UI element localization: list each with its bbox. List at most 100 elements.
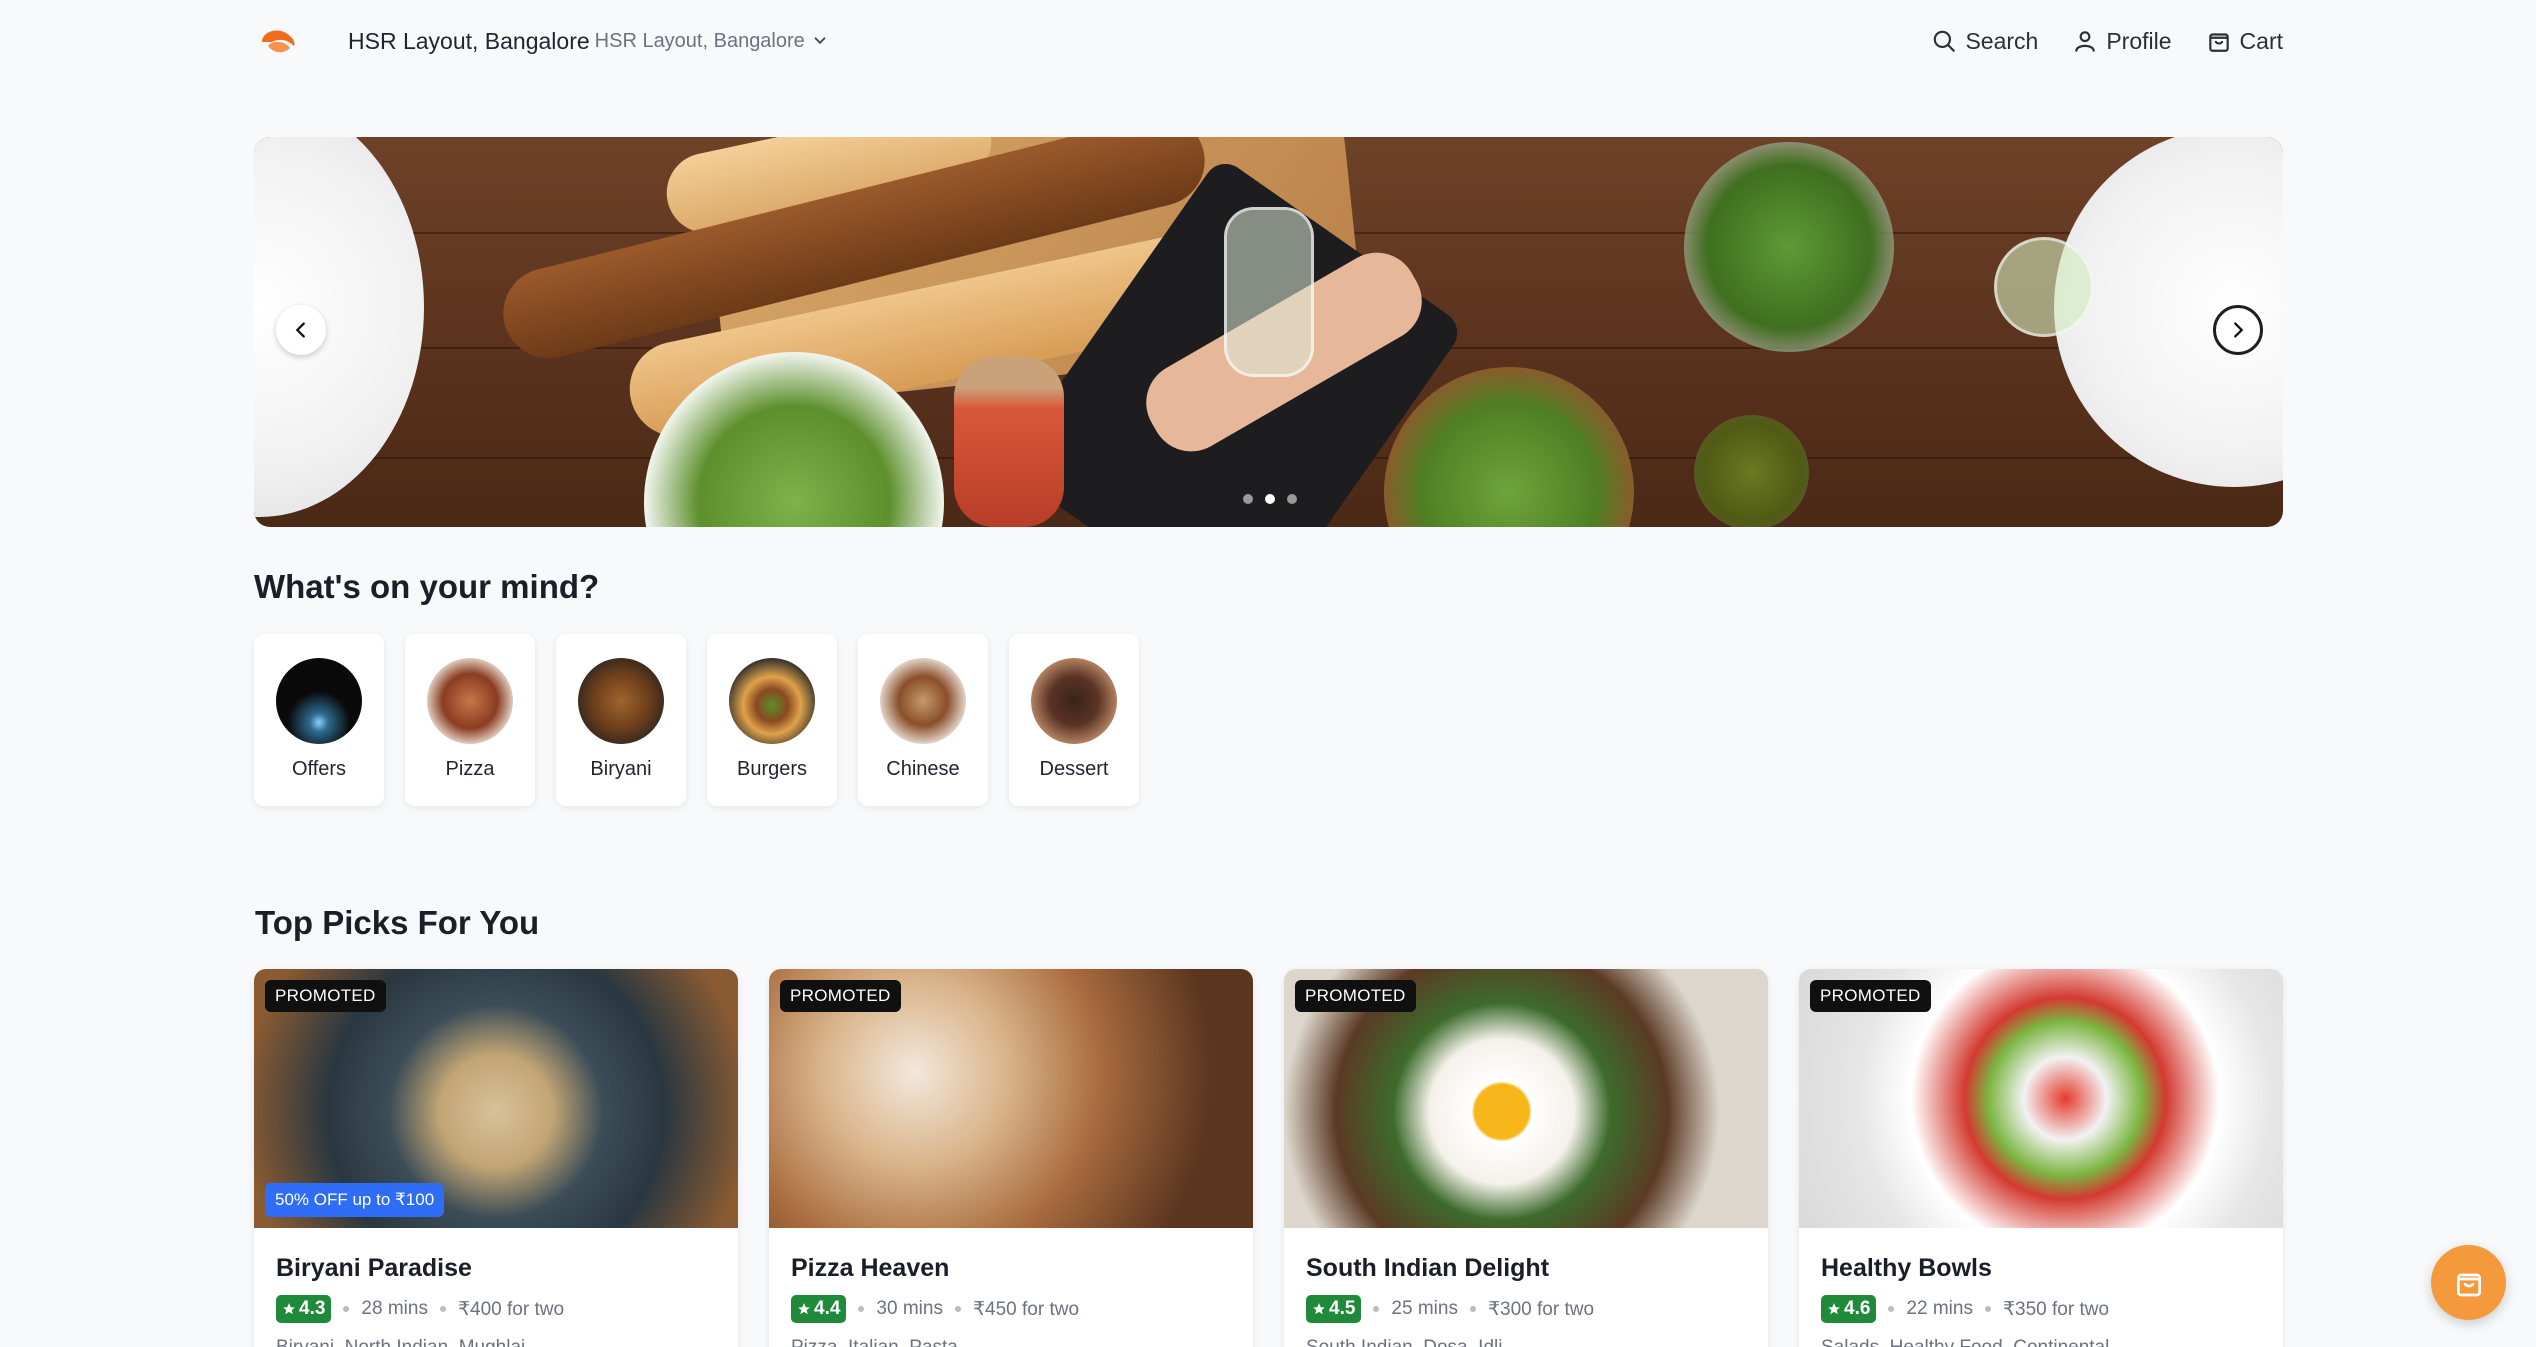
restaurant-meta: 4.3 28 mins ₹400 for two [276,1295,716,1323]
banner-prev-button[interactable] [276,305,326,355]
logo-icon[interactable] [258,26,298,56]
category-image [578,658,664,744]
restaurant-card[interactable]: PROMOTED South Indian Delight 4.5 25 min… [1284,969,1768,1347]
price-for-two: ₹350 for two [2002,1298,2110,1320]
rating-value: 4.5 [1329,1298,1356,1319]
delivery-time: 30 mins [876,1298,943,1319]
restaurant-name: Biryani Paradise [276,1254,472,1282]
category-label: Dessert [1039,758,1109,780]
banner-dot[interactable] [1287,494,1297,504]
shopping-bag-icon [2208,33,2229,52]
category-biryani[interactable]: Biryani [556,634,686,806]
promoted-badge: PROMOTED [1295,980,1416,1012]
category-offers[interactable]: Offers [254,634,384,806]
category-label: Pizza [445,758,495,780]
cuisines: Salads, Healthy Food, Continental [1821,1337,2261,1347]
separator-dot [343,1306,350,1312]
restaurant-name: Pizza Heaven [791,1254,950,1282]
restaurant-card[interactable]: PROMOTED Healthy Bowls 4.6 22 mins ₹350 … [1799,969,2283,1347]
glass-image [1224,207,1314,377]
promoted-badge: PROMOTED [265,980,386,1012]
nav-profile-label: Profile [2106,27,2172,54]
restaurant-meta: 4.4 30 mins ₹450 for two [791,1295,1231,1323]
rating-badge: 4.4 [791,1295,847,1323]
hero-banner[interactable] [254,137,2283,527]
rating-badge: 4.3 [276,1295,332,1323]
rating-value: 4.4 [814,1298,841,1319]
price-for-two: ₹450 for two [972,1298,1080,1320]
restaurant-image: PROMOTED [769,969,1253,1228]
category-dessert[interactable]: Dessert [1009,634,1139,806]
categories-title: What's on your mind? [254,568,600,605]
restaurant-name: Healthy Bowls [1821,1254,1992,1282]
delivery-time: 25 mins [1391,1298,1458,1319]
category-image [1031,658,1117,744]
category-list: Offers Pizza Biryani Burgers Chinese Des… [254,634,2283,806]
category-pizza[interactable]: Pizza [405,634,535,806]
separator-dot [858,1306,865,1312]
rating-badge: 4.6 [1821,1295,1877,1323]
restaurant-card[interactable]: PROMOTED Pizza Heaven 4.4 30 mins ₹450 f… [769,969,1253,1347]
restaurant-meta: 4.6 22 mins ₹350 for two [1821,1295,2261,1323]
nav-search[interactable]: Search [1931,28,2038,55]
delivery-time: 28 mins [361,1298,428,1319]
header-nav: Search Profile Cart [1931,28,2283,55]
banner-next-button[interactable] [2213,305,2263,355]
category-chinese[interactable]: Chinese [858,634,988,806]
star-icon [1828,1303,1840,1315]
category-label: Offers [291,758,347,780]
nav-cart-label: Cart [2239,27,2283,54]
chevron-right-icon [2234,322,2244,338]
banner-dot[interactable] [1243,494,1253,504]
floating-cart-button[interactable] [2431,1245,2506,1320]
restaurant-meta: 4.5 25 mins ₹300 for two [1306,1295,1746,1323]
separator-dot [954,1306,961,1312]
cuisines: Pizza, Italian, Pasta [791,1337,1231,1347]
category-label: Biryani [590,758,652,780]
separator-dot [1373,1306,1380,1312]
salad-bowl-image [1684,142,1894,352]
nav-cart[interactable]: Cart [2206,28,2283,55]
category-image [276,658,362,744]
restaurant-card[interactable]: PROMOTED 50% OFF up to ₹100 Biryani Para… [254,969,738,1347]
glass-image [1994,237,2094,337]
star-icon [283,1303,295,1315]
sauce-jar-image [954,357,1064,527]
chevron-down-icon[interactable] [811,32,829,50]
cuisines: South Indian, Dosa, Idli [1306,1337,1746,1347]
header-left: HSR Layout, Bangalore HSR Layout, Bangal… [254,26,829,56]
price-for-two: ₹300 for two [1487,1298,1595,1320]
separator-dot [1469,1306,1476,1312]
separator-dot [439,1306,446,1312]
restaurant-image: PROMOTED 50% OFF up to ₹100 [254,969,738,1228]
category-image [729,658,815,744]
top-picks-title: Top Picks For You [255,904,540,941]
olives-bowl-image [1694,415,1809,527]
banner-pagination [1243,494,1297,504]
promoted-badge: PROMOTED [1810,980,1931,1012]
category-burgers[interactable]: Burgers [707,634,837,806]
rating-value: 4.6 [1844,1298,1871,1319]
category-image [427,658,513,744]
nav-search-label: Search [1965,27,2039,54]
rating-value: 4.3 [299,1298,326,1319]
nav-profile[interactable]: Profile [2072,27,2172,55]
salad-bowl-image [1384,367,1634,527]
category-image [880,658,966,744]
restaurant-image: PROMOTED [1799,969,2283,1228]
location-sub[interactable]: HSR Layout, Bangalore [595,30,805,53]
star-icon [1313,1303,1325,1315]
search-icon [1934,30,1956,52]
promoted-badge: PROMOTED [780,980,901,1012]
rating-badge: 4.5 [1306,1295,1362,1323]
restaurant-list: PROMOTED 50% OFF up to ₹100 Biryani Para… [254,969,2283,1347]
shopping-bag-icon [2456,1273,2481,1296]
header: HSR Layout, Bangalore HSR Layout, Bangal… [254,0,2283,82]
chevron-left-icon [295,322,305,338]
separator-dot [1888,1306,1895,1312]
location-main[interactable]: HSR Layout, Bangalore [348,28,590,55]
user-icon [2075,31,2096,52]
separator-dot [1984,1306,1991,1312]
banner-dot-active[interactable] [1265,494,1275,504]
cuisines: Biryani, North Indian, Mughlai [276,1337,716,1347]
